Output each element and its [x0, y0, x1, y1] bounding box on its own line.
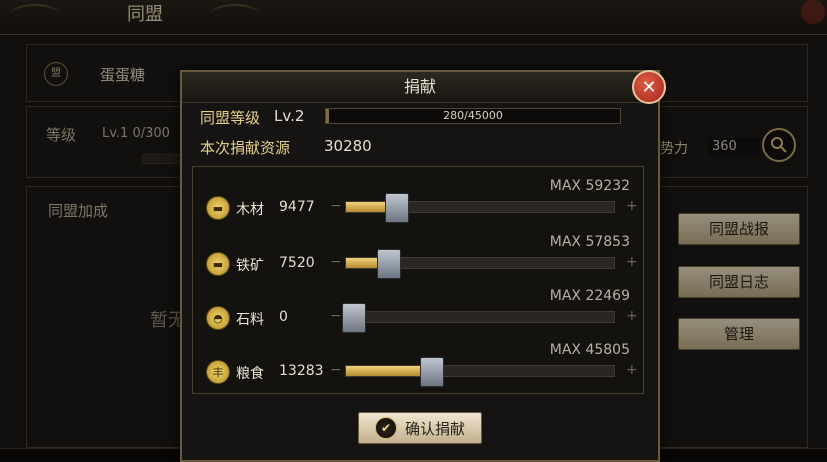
slider-fill	[346, 258, 381, 268]
minus-button[interactable]: −	[330, 362, 342, 378]
minus-button[interactable]: −	[330, 198, 342, 214]
resource-value: 9477	[279, 199, 315, 215]
grain-slider-track[interactable]	[345, 365, 615, 377]
confirm-donation-button[interactable]: ✔ 确认捐献	[358, 412, 482, 444]
slider-fill	[346, 366, 424, 376]
minus-button[interactable]: −	[330, 254, 342, 270]
confirm-donation-label: 确认捐献	[404, 419, 465, 438]
resource-name: 粮食	[236, 366, 264, 382]
stone-icon: ◓	[206, 306, 230, 330]
resource-value: 13283	[279, 363, 324, 379]
alliance-level-value: Lv.2	[274, 107, 305, 125]
resource-max: MAX 45805	[549, 342, 630, 358]
resource-max: MAX 57853	[549, 234, 630, 250]
alliance-exp-bar: 280/45000	[325, 108, 621, 124]
plus-button[interactable]: +	[626, 198, 638, 214]
stone-slider-track[interactable]	[345, 311, 615, 323]
modal-header: 捐献	[182, 72, 658, 103]
resource-value: 0	[279, 309, 288, 325]
plus-button[interactable]: +	[626, 362, 638, 378]
stone-slider-thumb[interactable]	[342, 303, 366, 333]
minus-button[interactable]: −	[330, 308, 342, 324]
plus-button[interactable]: +	[626, 254, 638, 270]
exp-text: 280/45000	[443, 109, 503, 122]
resource-name: 石料	[236, 312, 264, 328]
slider-fill	[346, 202, 389, 212]
grain-slider-thumb[interactable]	[419, 357, 444, 387]
donation-resource-value: 30280	[324, 137, 372, 155]
resource-name: 木材	[236, 202, 264, 218]
grain-icon: 丰	[206, 360, 230, 384]
plus-button[interactable]: +	[626, 308, 638, 324]
wood-icon: ▬	[206, 196, 230, 220]
resource-max: MAX 59232	[549, 178, 630, 194]
checkmark-icon: ✔	[374, 417, 397, 439]
alliance-level-label: 同盟等级	[200, 109, 261, 127]
resource-name: 铁矿	[236, 258, 264, 274]
modal-title: 捐献	[403, 77, 436, 96]
wood-slider-thumb[interactable]	[384, 193, 409, 223]
donation-resource-label: 本次捐献资源	[200, 139, 291, 157]
iron-slider-thumb[interactable]	[376, 249, 401, 279]
resource-max: MAX 22469	[549, 288, 630, 304]
close-button[interactable]: ✕	[632, 70, 666, 104]
resource-value: 7520	[279, 255, 315, 271]
close-icon: ✕	[641, 76, 657, 98]
iron-icon: ▬	[206, 252, 230, 276]
